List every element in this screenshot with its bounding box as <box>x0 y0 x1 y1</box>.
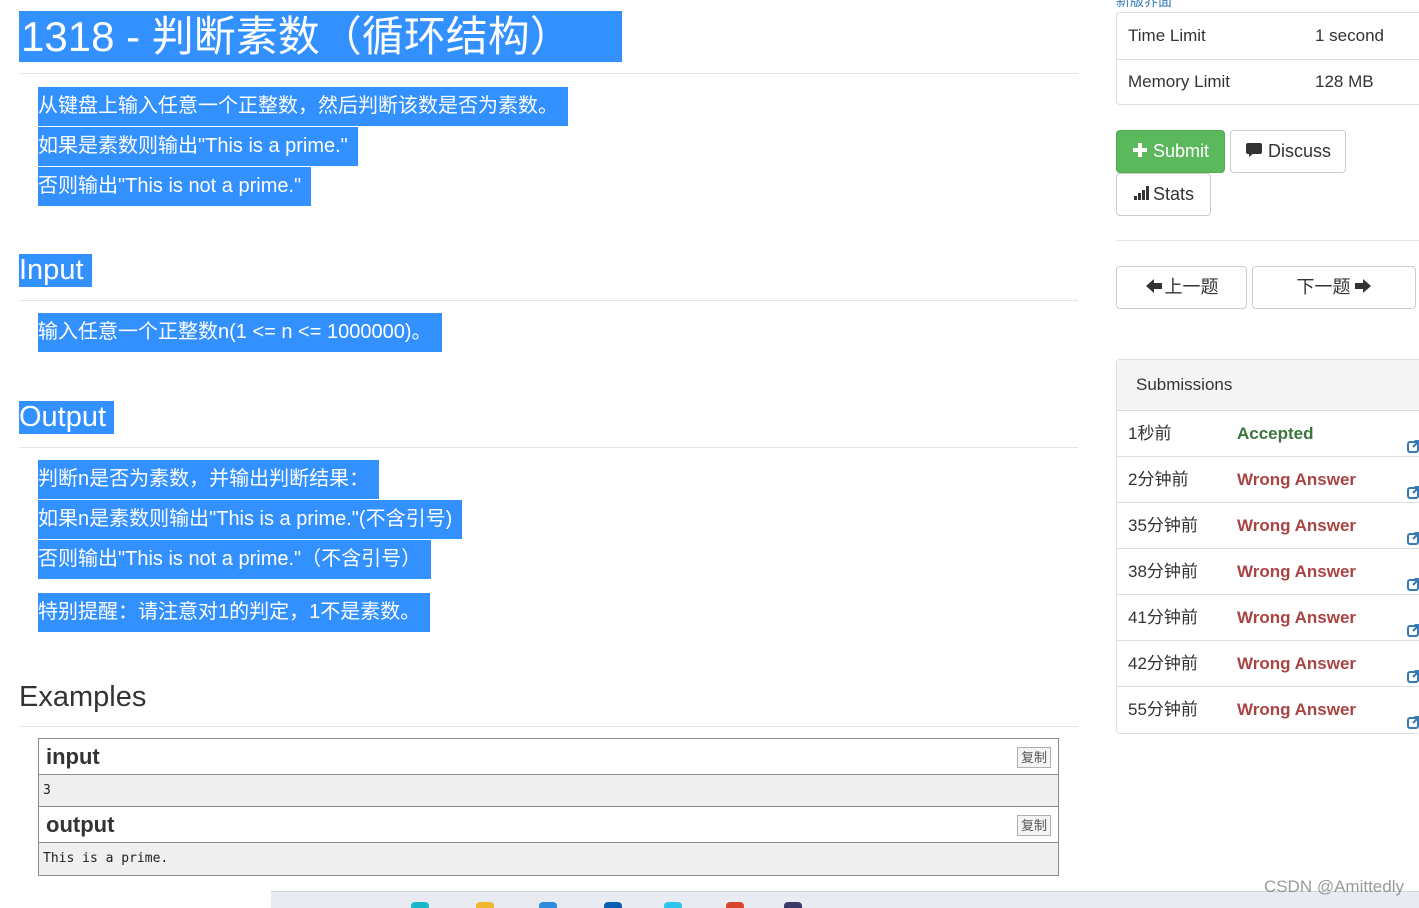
output-heading: Output <box>19 401 115 434</box>
app-icon[interactable] <box>726 902 744 908</box>
description-line: 如果是素数则输出"This is a prime." <box>38 127 358 166</box>
previous-problem-button[interactable]: 上一题 <box>1116 266 1247 309</box>
submission-time: 42分钟前 <box>1128 654 1198 673</box>
submission-result[interactable]: Accepted <box>1237 411 1314 456</box>
taskbar-tray <box>271 891 1419 908</box>
taskbar <box>0 891 1419 908</box>
submission-row[interactable]: 35分钟前 Wrong Answer <box>1117 503 1419 549</box>
submit-label: Submit <box>1152 141 1210 161</box>
copy-output-button[interactable]: 复制 <box>1016 815 1051 836</box>
example-output-header: output 复制 <box>39 807 1058 843</box>
example-input-value[interactable]: 3 <box>39 775 1058 807</box>
external-link-icon[interactable] <box>1407 471 1419 499</box>
submission-row[interactable]: 55分钟前 Wrong Answer <box>1117 687 1419 733</box>
submission-row[interactable]: 1秒前 Accepted <box>1117 411 1419 457</box>
example-input-header: input 复制 <box>39 739 1058 775</box>
memory-limit-label: Memory Limit <box>1128 72 1231 91</box>
app-icon[interactable] <box>664 902 682 908</box>
submission-row[interactable]: 38分钟前 Wrong Answer <box>1117 549 1419 595</box>
folder-icon[interactable] <box>476 902 494 908</box>
divider <box>19 300 1078 301</box>
example-output-label: output <box>46 812 115 837</box>
next-problem-label: 下一题 <box>1296 277 1351 297</box>
examples-heading: Examples <box>19 681 147 713</box>
arrow-right-icon <box>1354 268 1372 309</box>
submission-result[interactable]: Wrong Answer <box>1237 457 1356 502</box>
divider <box>1116 240 1419 241</box>
submission-row[interactable]: 2分钟前 Wrong Answer <box>1117 457 1419 503</box>
copy-input-button[interactable]: 复制 <box>1016 747 1051 768</box>
description-line: 从键盘上输入任意一个正整数，然后判断该数是否为素数。 <box>38 87 568 126</box>
example-output-value[interactable]: This is a prime. <box>39 843 1058 875</box>
memory-limit-row: Memory Limit 128 MB <box>1117 59 1419 105</box>
output-reminder: 特别提醒：请注意对1的判定，1不是素数。 <box>38 593 431 632</box>
discuss-button[interactable]: Discuss <box>1230 130 1346 173</box>
description-line: 否则输出"This is not a prime." <box>38 167 312 206</box>
problem-main: 1318 - 判断素数（循环结构） 从键盘上输入任意一个正整数，然后判断该数是否… <box>0 0 1100 908</box>
submit-button[interactable]: Submit <box>1116 130 1225 173</box>
submissions-panel: Submissions 1秒前 Accepted 2分钟前 Wrong Answer 3… <box>1116 359 1419 734</box>
submission-result[interactable]: Wrong Answer <box>1237 595 1356 640</box>
submission-time: 55分钟前 <box>1128 700 1198 719</box>
submissions-heading: Submissions <box>1117 360 1419 411</box>
divider <box>19 726 1078 727</box>
time-limit-value: 1 second <box>1315 26 1384 45</box>
external-link-icon[interactable] <box>1407 609 1419 637</box>
memory-limit-value: 128 MB <box>1315 72 1374 91</box>
comment-icon <box>1245 132 1263 173</box>
submission-time: 41分钟前 <box>1128 608 1198 627</box>
submission-result[interactable]: Wrong Answer <box>1237 503 1356 548</box>
signal-bars-icon <box>1133 175 1151 216</box>
stats-button[interactable]: Stats <box>1116 173 1211 216</box>
submission-time: 2分钟前 <box>1128 470 1189 489</box>
example-input-label: input <box>46 744 100 769</box>
external-link-icon[interactable] <box>1407 701 1419 729</box>
plus-icon <box>1132 132 1148 173</box>
submission-result[interactable]: Wrong Answer <box>1237 641 1356 686</box>
app-icon[interactable] <box>604 902 622 908</box>
app-icon[interactable] <box>539 902 557 908</box>
external-link-icon[interactable] <box>1407 655 1419 683</box>
submission-row[interactable]: 42分钟前 Wrong Answer <box>1117 641 1419 687</box>
external-link-icon[interactable] <box>1407 517 1419 545</box>
input-description: 输入任意一个正整数n(1 <= n <= 1000000)。 <box>38 313 442 352</box>
example-box: input 复制 3 output 复制 This is a prime. <box>38 738 1059 876</box>
previous-problem-label: 上一题 <box>1164 277 1219 297</box>
submission-time: 1秒前 <box>1128 424 1172 443</box>
output-description: 否则输出"This is not a prime."（不含引号） <box>38 540 432 579</box>
app-icon[interactable] <box>411 902 429 908</box>
watermark: CSDN @Amittedly <box>1263 877 1404 896</box>
divider <box>19 447 1078 448</box>
new-ui-link[interactable]: 新版界面 <box>1116 0 1172 11</box>
stats-label: Stats <box>1152 184 1195 204</box>
submission-time: 38分钟前 <box>1128 562 1198 581</box>
problem-sidebar: 新版界面 Time Limit 1 second Memory Limit 12… <box>1116 0 1419 908</box>
next-problem-button[interactable]: 下一题 <box>1252 266 1416 309</box>
arrow-left-icon <box>1145 268 1163 309</box>
input-heading: Input <box>19 254 92 287</box>
submission-row[interactable]: 41分钟前 Wrong Answer <box>1117 595 1419 641</box>
external-link-icon[interactable] <box>1407 425 1419 453</box>
app-icon[interactable] <box>784 902 802 908</box>
limits-table: Time Limit 1 second Memory Limit 128 MB <box>1116 12 1419 105</box>
submission-result[interactable]: Wrong Answer <box>1237 687 1356 732</box>
output-description: 判断n是否为素数，并输出判断结果： <box>38 460 380 499</box>
divider <box>19 73 1078 74</box>
submission-time: 35分钟前 <box>1128 516 1198 535</box>
time-limit-row: Time Limit 1 second <box>1117 13 1419 60</box>
page-title: 1318 - 判断素数（循环结构） <box>19 11 622 62</box>
submission-result[interactable]: Wrong Answer <box>1237 549 1356 594</box>
output-description: 如果n是素数则输出"This is a prime."(不含引号) <box>38 500 463 539</box>
discuss-label: Discuss <box>1267 141 1331 161</box>
time-limit-label: Time Limit <box>1128 26 1206 45</box>
external-link-icon[interactable] <box>1407 563 1419 591</box>
